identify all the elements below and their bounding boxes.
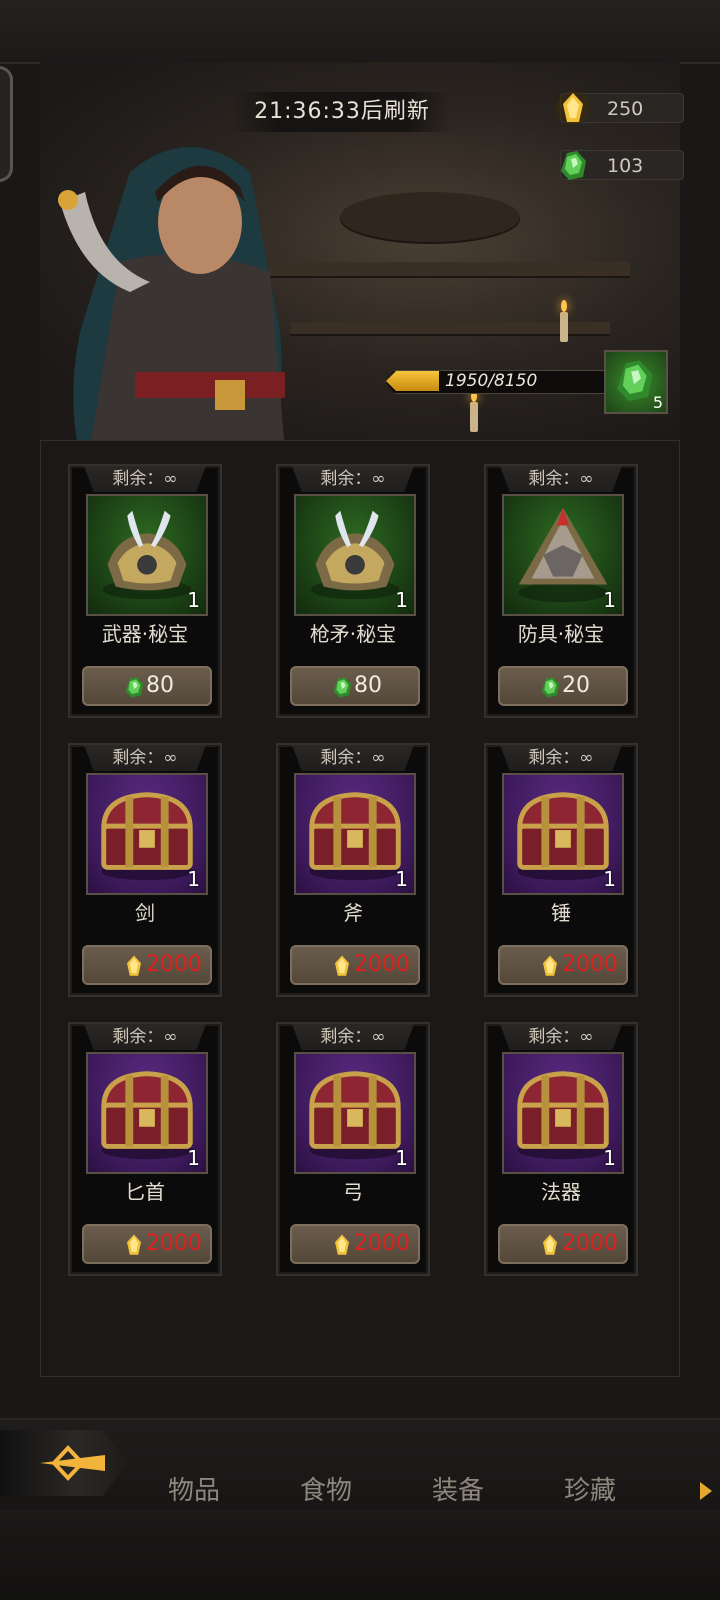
item-count: 1 (187, 1146, 200, 1170)
merchant-portrait (58, 147, 285, 452)
item-price: 2000 (354, 1231, 410, 1256)
item-image: 1 (502, 1052, 624, 1174)
gold-icon (120, 952, 148, 980)
progress-reward-box[interactable]: 5 (604, 350, 668, 414)
item-image: 1 (86, 1052, 208, 1174)
buy-button[interactable]: 2000 (82, 1224, 212, 1264)
gold-icon (536, 1231, 564, 1259)
side-tab-handle[interactable] (0, 66, 13, 182)
tab-collection[interactable]: 珍藏 (564, 1470, 616, 1507)
chevron-right-icon[interactable] (700, 1482, 712, 1500)
shop-item-card[interactable]: 剩余：∞ 1 锤 2000 (484, 743, 638, 997)
back-button[interactable] (0, 1430, 128, 1496)
buy-button[interactable]: 2000 (290, 1224, 420, 1264)
shop-item-card[interactable]: 剩余：∞ 1 枪矛·秘宝 80 (276, 464, 430, 718)
item-name: 锤 (551, 901, 571, 925)
buy-button[interactable]: 2000 (290, 945, 420, 985)
remaining-stock: 剩余：∞ (500, 745, 622, 771)
item-price: 2000 (146, 952, 202, 977)
reward-count: 5 (652, 393, 663, 412)
item-name: 防具·秘宝 (517, 622, 605, 646)
item-name: 斧 (343, 901, 363, 925)
progress-text: 1950/8150 (445, 371, 538, 391)
gold-icon (328, 952, 356, 980)
remaining-stock: 剩余：∞ (292, 745, 414, 771)
item-count: 1 (603, 588, 616, 612)
item-name: 匕首 (125, 1180, 165, 1204)
item-count: 1 (395, 588, 408, 612)
item-price: 20 (562, 673, 590, 698)
item-count: 1 (395, 867, 408, 891)
gold-icon (556, 91, 590, 125)
refresh-timer: 21:36:33后刷新 (232, 92, 452, 132)
item-price: 80 (146, 673, 174, 698)
item-name: 弓 (343, 1180, 363, 1204)
item-price: 2000 (562, 1231, 618, 1256)
gold-currency-display: 250 (556, 91, 684, 125)
tab-food[interactable]: 食物 (300, 1470, 352, 1507)
remaining-stock: 剩余：∞ (500, 466, 622, 492)
gem-value: 103 (607, 155, 644, 177)
item-name: 剑 (135, 901, 155, 925)
tab-equipment[interactable]: 装备 (432, 1470, 484, 1507)
item-image: 1 (294, 494, 416, 616)
item-image: 1 (86, 773, 208, 895)
item-count: 1 (187, 588, 200, 612)
item-image: 1 (86, 494, 208, 616)
item-image: 1 (294, 1052, 416, 1174)
buy-button[interactable]: 20 (498, 666, 628, 706)
shop-item-card[interactable]: 剩余：∞ 1 匕首 2000 (68, 1022, 222, 1276)
item-price: 2000 (354, 952, 410, 977)
progress-fill (386, 371, 439, 391)
buy-button[interactable]: 80 (290, 666, 420, 706)
gem-icon (120, 673, 148, 701)
item-price: 2000 (146, 1231, 202, 1256)
shop-item-card[interactable]: 剩余：∞ 1 剑 2000 (68, 743, 222, 997)
item-name: 法器 (541, 1180, 581, 1204)
gold-icon (328, 1231, 356, 1259)
buy-button[interactable]: 80 (82, 666, 212, 706)
remaining-stock: 剩余：∞ (84, 1024, 206, 1050)
item-price: 2000 (562, 952, 618, 977)
bottom-frame (0, 1510, 720, 1600)
shop-item-card[interactable]: 剩余：∞ 1 武器·秘宝 80 (68, 464, 222, 718)
remaining-stock: 剩余：∞ (292, 466, 414, 492)
remaining-stock: 剩余：∞ (292, 1024, 414, 1050)
shop-item-card[interactable]: 剩余：∞ 1 弓 2000 (276, 1022, 430, 1276)
item-image: 1 (502, 494, 624, 616)
item-image: 1 (502, 773, 624, 895)
shop-item-card[interactable]: 剩余：∞ 1 斧 2000 (276, 743, 430, 997)
gold-value: 250 (607, 98, 644, 120)
item-count: 1 (395, 1146, 408, 1170)
item-count: 1 (603, 867, 616, 891)
item-price: 80 (354, 673, 382, 698)
buy-button[interactable]: 2000 (498, 945, 628, 985)
gold-icon (536, 952, 564, 980)
remaining-stock: 剩余：∞ (84, 745, 206, 771)
gold-icon (120, 1231, 148, 1259)
item-image: 1 (294, 773, 416, 895)
buy-button[interactable]: 2000 (498, 1224, 628, 1264)
tab-items[interactable]: 物品 (168, 1470, 220, 1507)
shop-item-card[interactable]: 剩余：∞ 1 防具·秘宝 20 (484, 464, 638, 718)
remaining-stock: 剩余：∞ (84, 466, 206, 492)
back-arrow-icon (40, 1445, 105, 1481)
item-count: 1 (187, 867, 200, 891)
item-count: 1 (603, 1146, 616, 1170)
shop-item-card[interactable]: 剩余：∞ 1 法器 2000 (484, 1022, 638, 1276)
top-frame (0, 0, 720, 64)
remaining-stock: 剩余：∞ (500, 1024, 622, 1050)
gem-icon (536, 673, 564, 701)
buy-button[interactable]: 2000 (82, 945, 212, 985)
gem-icon (561, 151, 586, 180)
item-name: 枪矛·秘宝 (309, 622, 397, 646)
item-name: 武器·秘宝 (101, 622, 189, 646)
progress-bar: 1950/8150 (385, 370, 609, 394)
gem-currency-display: 103 (560, 150, 684, 180)
gem-icon (328, 673, 356, 701)
